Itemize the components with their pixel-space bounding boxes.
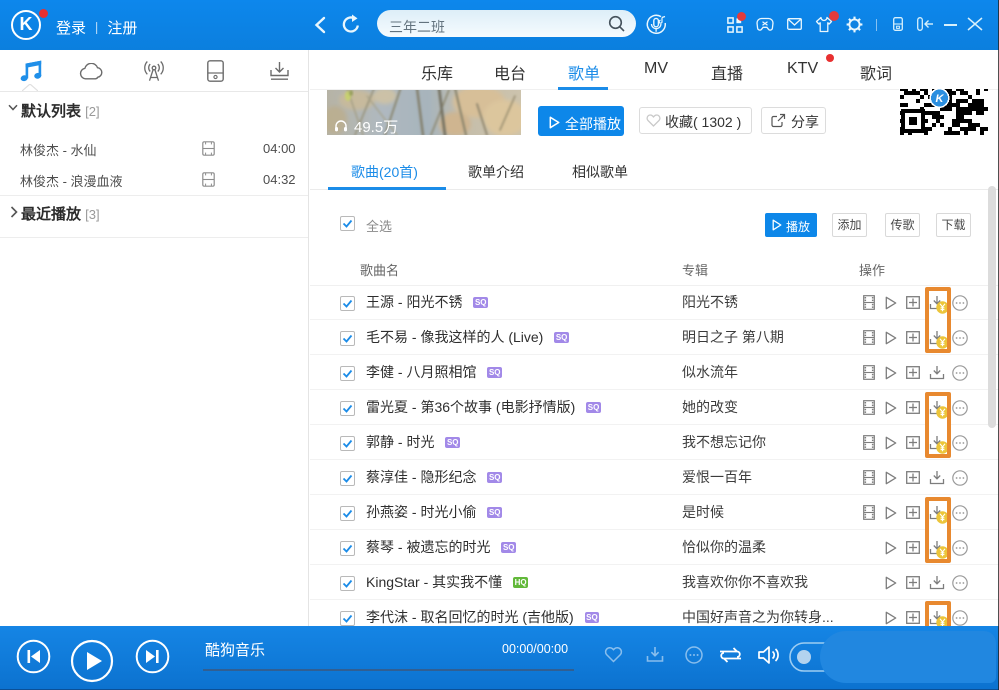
svg-text:K: K <box>936 93 945 105</box>
